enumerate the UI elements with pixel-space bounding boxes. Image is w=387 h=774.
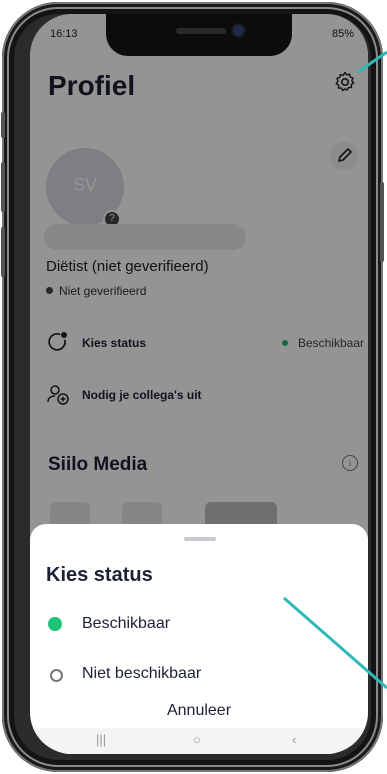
mute-switch [1, 112, 5, 138]
power-button [380, 182, 384, 262]
status-bottom-sheet: Kies status Beschikbaar Niet beschikbaar… [30, 524, 368, 754]
notch [106, 14, 292, 56]
cancel-button[interactable]: Annuleer [30, 702, 368, 720]
available-radio-icon [48, 617, 62, 631]
system-nav-bar: ||| ○ ‹ [30, 728, 368, 754]
sheet-drag-handle[interactable] [184, 537, 216, 541]
stage: 16:13 85% Profiel SV ? Diëtist (niet gev… [0, 0, 387, 774]
speaker [176, 28, 226, 34]
status-option-available[interactable]: Beschikbaar [46, 610, 296, 638]
screen: 16:13 85% Profiel SV ? Diëtist (niet gev… [30, 14, 368, 754]
home-icon[interactable]: ○ [193, 732, 201, 747]
sheet-title: Kies status [46, 564, 153, 586]
back-icon[interactable]: ‹ [292, 732, 296, 747]
recent-apps-icon[interactable]: ||| [96, 732, 106, 747]
unavailable-radio-icon [50, 669, 63, 682]
status-option-label: Beschikbaar [82, 615, 171, 632]
status-option-unavailable[interactable]: Niet beschikbaar [46, 660, 296, 688]
volume-up-button [1, 162, 5, 212]
front-camera [233, 25, 244, 36]
status-option-label: Niet beschikbaar [82, 665, 202, 682]
volume-down-button [1, 227, 5, 277]
